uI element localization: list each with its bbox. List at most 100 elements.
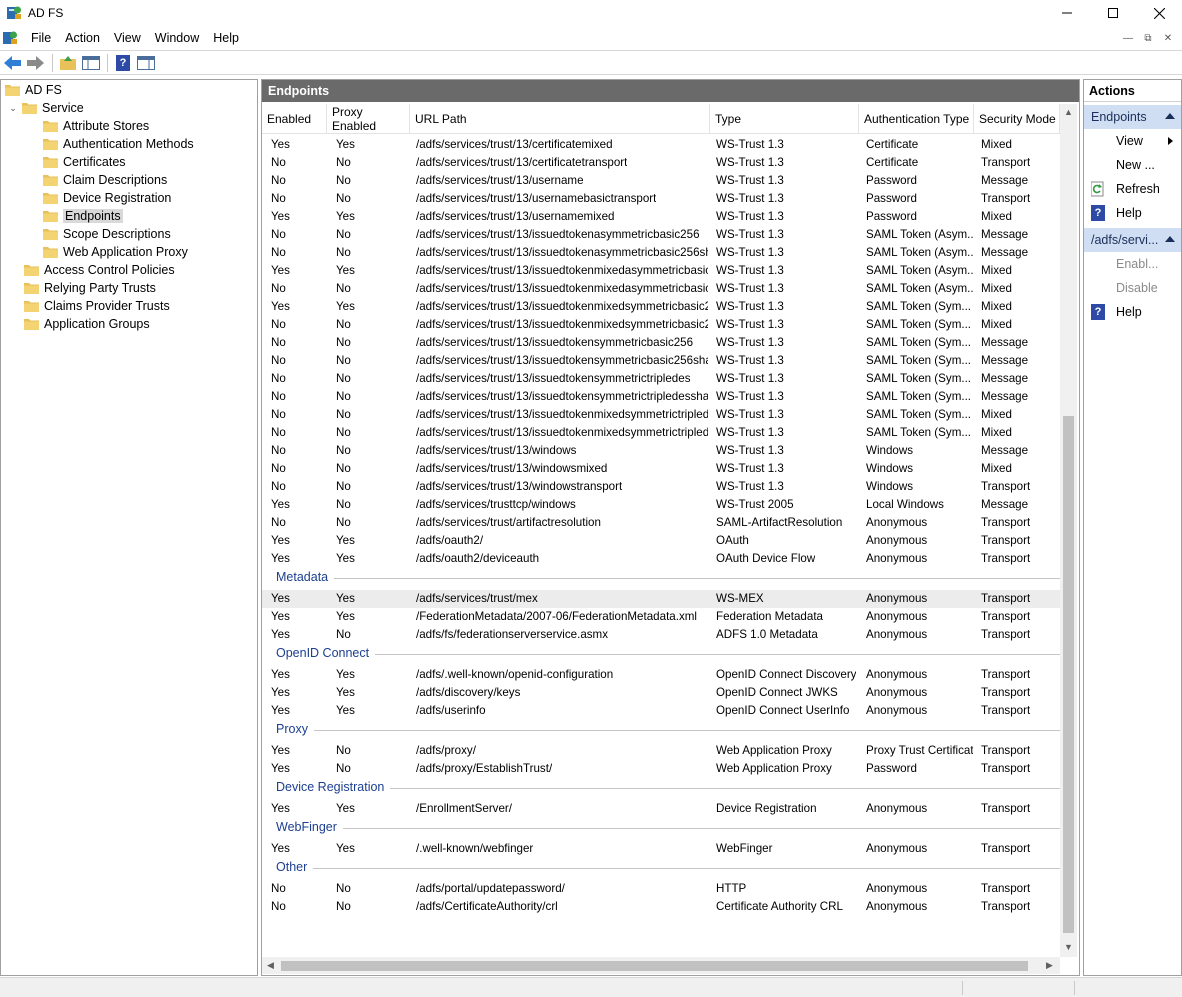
action-help[interactable]: ? Help [1084, 201, 1181, 225]
endpoint-row[interactable]: No No/adfs/services/trust/13/username WS-T… [262, 172, 1060, 190]
mdi-minimize-icon[interactable]: — [1120, 30, 1136, 46]
group-header[interactable]: Other [262, 857, 1060, 877]
tree-item-attribute-stores[interactable]: Attribute Stores [43, 117, 149, 135]
endpoint-row[interactable]: No No/adfs/services/trust/13/issuedtokens… [262, 352, 1060, 370]
scroll-up-icon[interactable]: ▲ [1064, 107, 1073, 117]
tree-item-certificates[interactable]: Certificates [43, 153, 126, 171]
endpoint-row[interactable]: No No/adfs/services/trust/13/issuedtokens… [262, 388, 1060, 406]
column-header-security-mode[interactable]: Security Mode [974, 104, 1060, 134]
horizontal-scroll-thumb[interactable] [281, 961, 1028, 971]
vertical-scroll-thumb[interactable] [1063, 416, 1074, 933]
endpoint-row[interactable]: No No/adfs/services/trust/artifactresolut… [262, 514, 1060, 532]
action-section-header[interactable]: /adfs/servi... [1084, 228, 1181, 252]
forward-button[interactable] [25, 53, 47, 73]
endpoint-row[interactable]: No No/adfs/services/trust/13/issuedtokenm… [262, 316, 1060, 334]
collapse-up-icon[interactable] [1165, 236, 1175, 242]
tree-item-web-application-proxy[interactable]: Web Application Proxy [43, 243, 188, 261]
scroll-left-icon[interactable]: ◀ [267, 960, 274, 971]
tree-item-authentication-methods[interactable]: Authentication Methods [43, 135, 194, 153]
mmc-document-icon[interactable] [2, 30, 18, 46]
endpoint-row[interactable]: Yes Yes/adfs/discovery/keys OpenID Connect… [262, 684, 1060, 702]
tree-item-claim-descriptions[interactable]: Claim Descriptions [43, 171, 167, 189]
action-new[interactable]: New ... [1084, 153, 1181, 177]
endpoint-row[interactable]: No No/adfs/services/trust/13/issuedtokena… [262, 226, 1060, 244]
mdi-close-icon[interactable]: ✕ [1160, 30, 1176, 46]
maximize-button[interactable] [1090, 0, 1136, 26]
endpoint-row[interactable]: No No/adfs/services/trust/13/windows WS-Tr… [262, 442, 1060, 460]
scroll-down-icon[interactable]: ▼ [1064, 942, 1073, 952]
scroll-right-icon[interactable]: ▶ [1046, 960, 1053, 971]
group-header[interactable]: Device Registration [262, 777, 1060, 797]
endpoint-row[interactable]: No No/adfs/services/trust/13/usernamebasi… [262, 190, 1060, 208]
collapse-up-icon[interactable] [1165, 113, 1175, 119]
horizontal-scrollbar[interactable]: ◀ ▶ [262, 957, 1060, 974]
group-header[interactable]: OpenID Connect [262, 643, 1060, 663]
endpoint-row[interactable]: Yes No/adfs/fs/federationserverservice.as… [262, 626, 1060, 644]
endpoint-row[interactable]: No No/adfs/services/trust/13/certificatet… [262, 154, 1060, 172]
cell-enabled: No [271, 282, 286, 295]
endpoint-row[interactable]: Yes No/adfs/proxy/Web Application Proxy Pr… [262, 742, 1060, 760]
endpoint-row[interactable]: Yes Yes/EnrollmentServer/Device Registrat… [262, 800, 1060, 818]
endpoint-row[interactable]: Yes Yes/adfs/services/trust/13/certificat… [262, 136, 1060, 154]
tree-item-endpoints[interactable]: Endpoints [43, 207, 123, 225]
expand-toggle-icon[interactable]: ⌄ [7, 103, 19, 114]
menu-help[interactable]: Help [206, 31, 246, 45]
show-hide-action-pane-button[interactable] [135, 53, 157, 73]
endpoint-row[interactable]: Yes Yes/adfs/oauth2/OAuth Anonymous Transpo… [262, 532, 1060, 550]
tree-item-application-groups[interactable]: Application Groups [24, 315, 150, 333]
endpoint-row[interactable]: Yes No/adfs/proxy/EstablishTrust/Web Appl… [262, 760, 1060, 778]
menu-file[interactable]: File [24, 31, 58, 45]
endpoint-row[interactable]: No No/adfs/services/trust/13/issuedtokens… [262, 334, 1060, 352]
help-toolbar-button[interactable]: ? [112, 53, 134, 73]
tree-item-access-control-policies[interactable]: Access Control Policies [24, 261, 175, 279]
endpoint-row[interactable]: Yes Yes/adfs/oauth2/deviceauth OAuth Devic… [262, 550, 1060, 568]
back-button[interactable] [2, 53, 24, 73]
endpoint-row[interactable]: Yes Yes/adfs/.well-known/openid-configura… [262, 666, 1060, 684]
group-header[interactable]: WebFinger [262, 817, 1060, 837]
menu-view[interactable]: View [107, 31, 148, 45]
action-help[interactable]: ? Help [1084, 300, 1181, 324]
endpoint-row[interactable]: Yes Yes/adfs/userinfo OpenID Connect UserI… [262, 702, 1060, 720]
menu-window[interactable]: Window [148, 31, 206, 45]
cell-proxy-enabled: No [336, 408, 351, 421]
action-refresh[interactable]: Refresh [1084, 177, 1181, 201]
endpoint-row[interactable]: No No/adfs/services/trust/13/windowstrans… [262, 478, 1060, 496]
column-header-authentication-type[interactable]: Authentication Type [859, 104, 974, 134]
close-button[interactable] [1136, 0, 1182, 26]
endpoint-row[interactable]: Yes Yes/adfs/services/trust/13/issuedtoke… [262, 298, 1060, 316]
endpoint-row[interactable]: No No/adfs/services/trust/13/windowsmixed… [262, 460, 1060, 478]
endpoint-row[interactable]: Yes No/adfs/services/trusttcp/windows WS-T… [262, 496, 1060, 514]
tree-item-relying-party-trusts[interactable]: Relying Party Trusts [24, 279, 156, 297]
menu-action[interactable]: Action [58, 31, 107, 45]
vertical-scrollbar[interactable]: ▲ ▼ [1060, 104, 1077, 957]
minimize-button[interactable] [1044, 0, 1090, 26]
endpoint-row[interactable]: No No/adfs/services/trust/13/issuedtokens… [262, 370, 1060, 388]
mdi-restore-icon[interactable]: ⧉ [1140, 30, 1156, 46]
endpoint-row[interactable]: No No/adfs/services/trust/13/issuedtokena… [262, 244, 1060, 262]
group-header[interactable]: Metadata [262, 567, 1060, 587]
endpoint-row[interactable]: No No/adfs/services/trust/13/issuedtokenm… [262, 424, 1060, 442]
endpoint-row[interactable]: No No/adfs/services/trust/13/issuedtokenm… [262, 280, 1060, 298]
endpoint-row[interactable]: Yes Yes/FederationMetadata/2007-06/Federa… [262, 608, 1060, 626]
endpoint-row[interactable]: Yes Yes/adfs/services/trust/13/usernamemi… [262, 208, 1060, 226]
action-view[interactable]: View [1084, 129, 1181, 153]
group-header[interactable]: Proxy [262, 719, 1060, 739]
tree-item-ad-fs[interactable]: AD FS [5, 81, 62, 99]
column-header-type[interactable]: Type [710, 104, 859, 134]
action-section-header[interactable]: Endpoints [1084, 105, 1181, 129]
endpoint-row[interactable]: Yes Yes /.well-known/webfinger WebFinger Ano… [262, 840, 1060, 858]
tree-item-scope-descriptions[interactable]: Scope Descriptions [43, 225, 171, 243]
show-hide-console-tree-button[interactable] [80, 53, 102, 73]
endpoint-row[interactable]: Yes Yes/adfs/services/trust/13/issuedtoke… [262, 262, 1060, 280]
tree-item-service[interactable]: ⌄ Service [7, 99, 83, 117]
column-header-url-path[interactable]: URL Path [410, 104, 710, 134]
endpoint-row[interactable]: No No/adfs/services/trust/13/issuedtokenm… [262, 406, 1060, 424]
endpoint-row[interactable]: No No/adfs/portal/updatepassword/HTTP Anon… [262, 880, 1060, 898]
endpoint-row[interactable]: No No/adfs/CertificateAuthority/crl Certif… [262, 898, 1060, 916]
tree-item-device-registration[interactable]: Device Registration [43, 189, 171, 207]
up-level-button[interactable] [57, 53, 79, 73]
column-header-proxy-enabled[interactable]: Proxy Enabled [327, 104, 410, 134]
tree-item-claims-provider-trusts[interactable]: Claims Provider Trusts [24, 297, 170, 315]
column-header-enabled[interactable]: Enabled [262, 104, 327, 134]
endpoint-row[interactable]: Yes Yes/adfs/services/trust/mex WS-MEX Anon… [262, 590, 1060, 608]
